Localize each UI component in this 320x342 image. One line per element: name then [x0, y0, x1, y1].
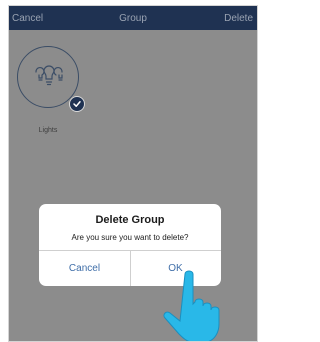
group-tile-lights[interactable]: Lights: [17, 46, 87, 146]
selected-check-icon: [69, 96, 85, 112]
nav-delete-button[interactable]: Delete: [224, 13, 253, 24]
nav-title: Group: [119, 13, 147, 24]
app-screen: Cancel Group Delete Lights Delete Group: [8, 5, 258, 342]
group-label: Lights: [38, 127, 58, 134]
dialog-message: Are you sure you want to delete?: [71, 233, 189, 242]
light-bulbs-icon: [35, 65, 63, 86]
nav-bar: Cancel Group Delete: [9, 6, 257, 30]
dialog-cancel-button[interactable]: Cancel: [39, 251, 130, 286]
pointing-hand-icon: [163, 270, 220, 341]
dialog-title: Delete Group: [95, 214, 165, 226]
